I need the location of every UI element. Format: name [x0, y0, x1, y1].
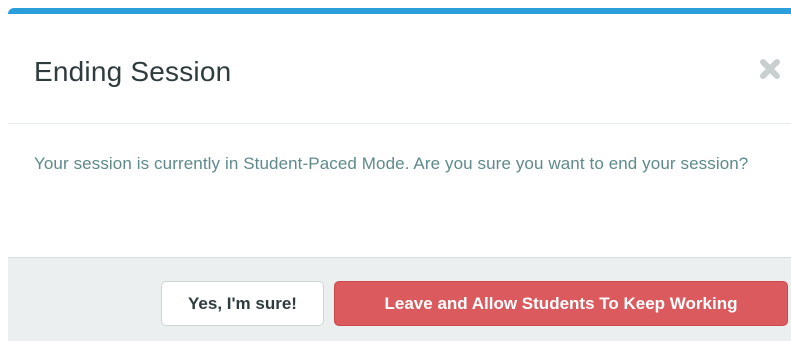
close-button[interactable]: [755, 54, 785, 84]
dialog-header: Ending Session: [8, 14, 791, 124]
dialog-message: Your session is currently in Student-Pac…: [34, 154, 749, 173]
confirm-end-session-button[interactable]: Yes, I'm sure!: [161, 281, 324, 326]
close-icon: [760, 59, 780, 79]
dialog-footer: Yes, I'm sure! Leave and Allow Students …: [8, 257, 791, 341]
dialog-body: Your session is currently in Student-Pac…: [8, 124, 791, 263]
leave-and-allow-students-button[interactable]: Leave and Allow Students To Keep Working: [334, 281, 788, 326]
ending-session-dialog: Ending Session Your session is currently…: [8, 8, 791, 341]
dialog-title: Ending Session: [34, 56, 232, 87]
